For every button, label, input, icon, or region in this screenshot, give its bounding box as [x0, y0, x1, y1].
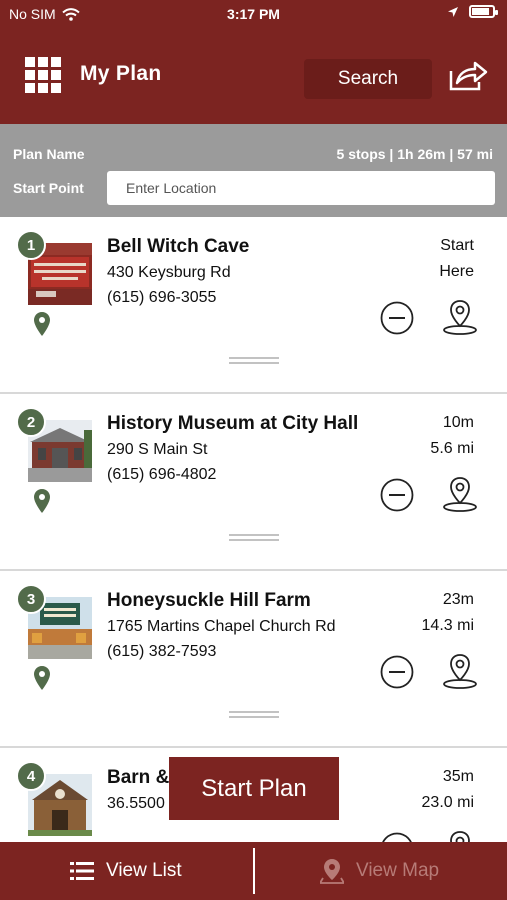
- drag-handle[interactable]: [229, 534, 279, 541]
- directions-pin-icon[interactable]: [442, 475, 478, 513]
- bottom-tab-bar: View List View Map: [0, 842, 507, 900]
- start-plan-button[interactable]: Start Plan: [169, 757, 339, 820]
- map-pin-icon[interactable]: [33, 311, 51, 337]
- stop-number-badge: 3: [16, 584, 46, 614]
- stop-distance: Here: [439, 263, 474, 280]
- tab-view-map-label: View Map: [356, 860, 440, 881]
- battery-level: [472, 8, 489, 15]
- stop-number-badge: 2: [16, 407, 46, 437]
- stop-distance: 23.0 mi: [421, 794, 474, 811]
- stop-number-badge: 4: [16, 761, 46, 791]
- location-arrow-icon: [448, 6, 458, 17]
- list-icon: [70, 862, 94, 880]
- map-pin-icon[interactable]: [33, 665, 51, 691]
- page-title: My Plan: [80, 62, 162, 85]
- stop-item[interactable]: 1 Bell Witch Cave 430 Keysburg Rd (615) …: [0, 217, 507, 394]
- map-pin-icon[interactable]: [33, 488, 51, 514]
- stop-name[interactable]: Barn &: [107, 767, 169, 789]
- stop-name[interactable]: Honeysuckle Hill Farm: [107, 590, 311, 612]
- drag-handle[interactable]: [229, 357, 279, 364]
- stop-phone[interactable]: (615) 382-7593: [107, 643, 216, 661]
- share-icon[interactable]: [448, 58, 488, 92]
- battery-icon: [469, 5, 498, 18]
- stop-distance: 14.3 mi: [421, 617, 474, 634]
- stop-travel-time: 23m: [442, 591, 474, 608]
- stop-name[interactable]: Bell Witch Cave: [107, 236, 249, 258]
- remove-stop-icon[interactable]: [380, 655, 414, 689]
- remove-stop-icon[interactable]: [380, 301, 414, 335]
- stop-address: 430 Keysburg Rd: [107, 264, 231, 281]
- stop-travel-time: 10m: [442, 414, 474, 431]
- stop-phone[interactable]: (615) 696-3055: [107, 289, 216, 307]
- stop-name[interactable]: History Museum at City Hall: [107, 413, 358, 435]
- stop-address: 290 S Main St: [107, 441, 208, 458]
- stop-travel-time: 35m: [442, 768, 474, 785]
- search-button[interactable]: Search: [304, 59, 432, 99]
- menu-grid-icon[interactable]: [25, 57, 61, 93]
- plan-info-bar: Plan Name 5 stops | 1h 26m | 57 mi Start…: [0, 124, 507, 217]
- stop-item[interactable]: 2 History Museum at City Hall 290 S Main…: [0, 394, 507, 571]
- app-header: No SIM 3:17 PM My Plan Search: [0, 0, 507, 124]
- start-location-input[interactable]: [107, 171, 495, 205]
- tab-view-map[interactable]: View Map: [320, 842, 439, 900]
- stop-travel-time: Start: [440, 237, 474, 254]
- status-time: 3:17 PM: [227, 6, 280, 22]
- directions-pin-icon[interactable]: [442, 298, 478, 336]
- directions-pin-icon[interactable]: [442, 652, 478, 690]
- plan-name-label[interactable]: Plan Name: [13, 146, 85, 162]
- status-bar: No SIM 3:17 PM: [0, 0, 507, 28]
- tab-view-list[interactable]: View List: [70, 842, 182, 900]
- stop-address: 1765 Martins Chapel Church Rd: [107, 618, 336, 635]
- plan-stats: 5 stops | 1h 26m | 57 mi: [336, 146, 493, 162]
- map-pin-icon: [320, 859, 344, 884]
- remove-stop-icon[interactable]: [380, 478, 414, 512]
- drag-handle[interactable]: [229, 711, 279, 718]
- start-point-label: Start Point: [13, 180, 84, 196]
- stop-distance: 5.6 mi: [430, 440, 474, 457]
- stop-number-badge: 1: [16, 230, 46, 260]
- stop-phone[interactable]: (615) 696-4802: [107, 466, 216, 484]
- status-right: [447, 5, 498, 18]
- stop-item[interactable]: 3 Honeysuckle Hill Farm 1765 Martins Cha…: [0, 571, 507, 748]
- tab-view-list-label: View List: [106, 860, 182, 881]
- stop-address: 36.5500: [107, 795, 165, 812]
- tab-divider: [253, 848, 255, 894]
